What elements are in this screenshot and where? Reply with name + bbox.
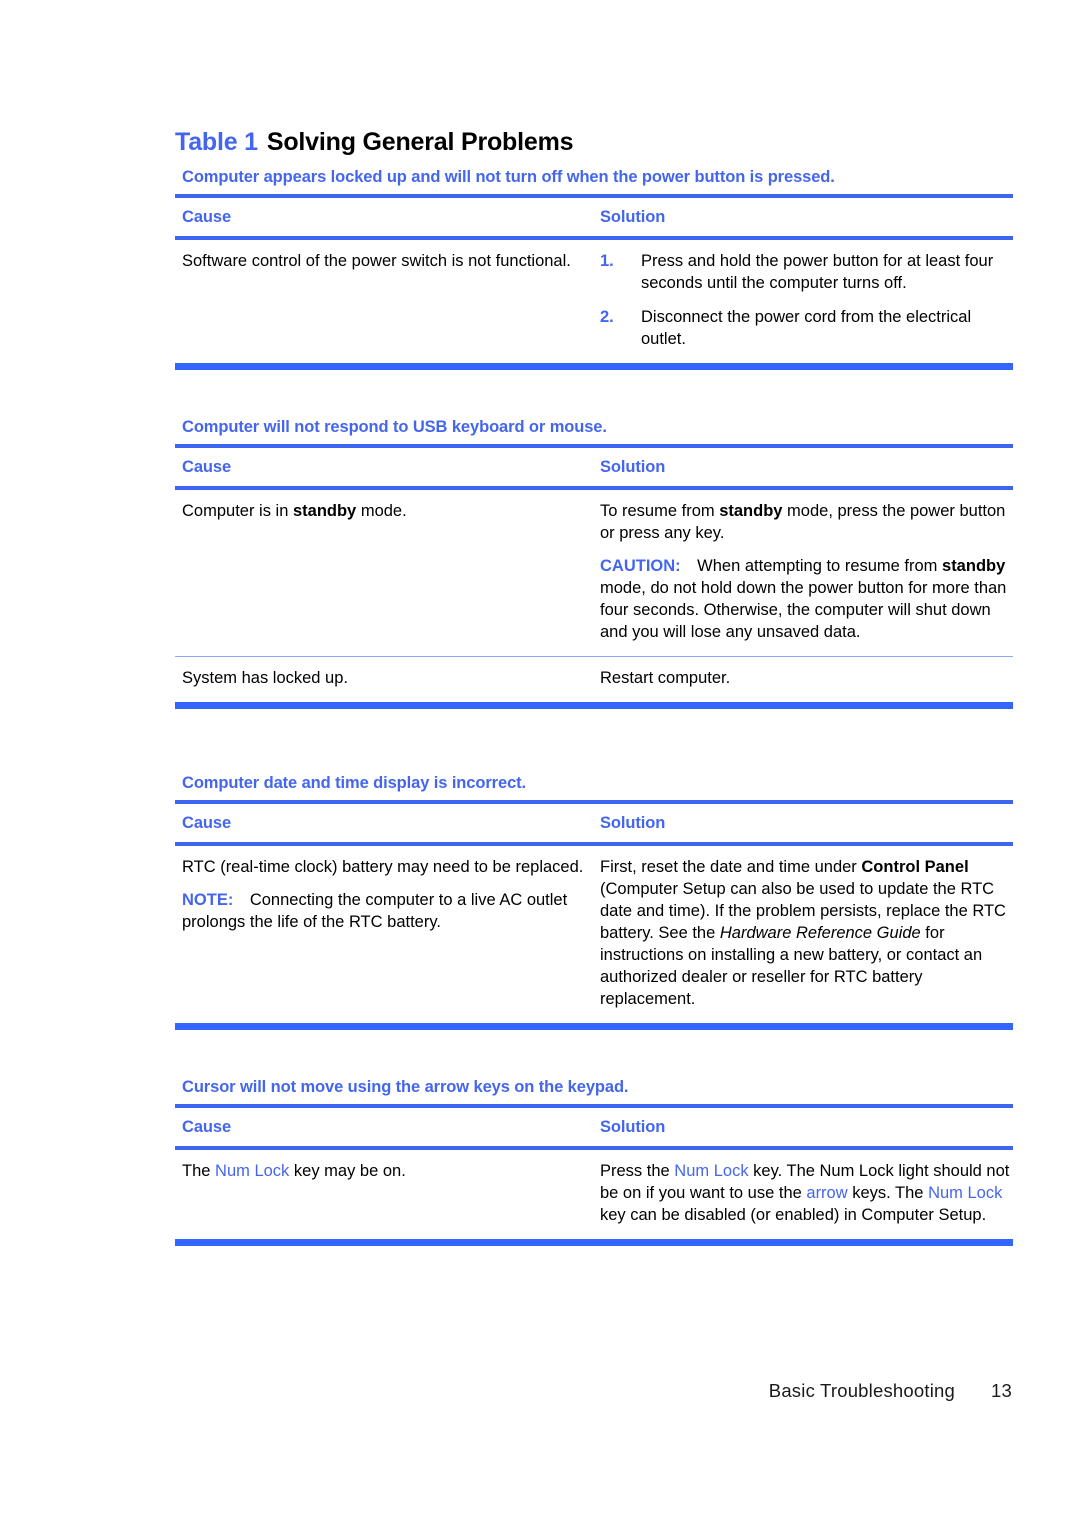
rule-table-end xyxy=(175,1022,1013,1030)
admonition: CAUTION: When attempting to resume from … xyxy=(600,556,1013,644)
cross-reference-link[interactable]: arrow xyxy=(806,1184,847,1202)
cell-cause: Software control of the power switch is … xyxy=(175,251,600,351)
cell-solution: Restart computer. xyxy=(600,668,1013,690)
troubleshooting-table: Computer date and time display is incorr… xyxy=(175,774,1013,1030)
admonition-label: CAUTION: xyxy=(600,556,681,575)
troubleshooting-table: Computer will not respond to USB keyboar… xyxy=(175,418,1013,709)
emphasis-bold: standby xyxy=(942,556,1006,575)
column-header-cause: Cause xyxy=(182,458,232,476)
column-header-solution: Solution xyxy=(600,1118,666,1136)
admonition-label: NOTE: xyxy=(182,890,234,909)
paragraph: To resume from standby mode, press the p… xyxy=(600,501,1013,545)
footer-chapter: Basic Troubleshooting xyxy=(768,1380,956,1401)
text-run: Computer is in xyxy=(182,502,293,520)
paragraph: System has locked up. xyxy=(182,668,348,687)
text-run: Press the xyxy=(600,1162,675,1180)
column-header-cause: Cause xyxy=(182,1118,232,1136)
table-section-heading: Computer date and time display is incorr… xyxy=(182,774,527,792)
paragraph: Restart computer. xyxy=(600,668,731,687)
text-run: key can be disabled (or enabled) in Comp… xyxy=(600,1205,987,1224)
paragraph: RTC (real-time clock) battery may need t… xyxy=(182,858,584,876)
table-number: Table 1 xyxy=(175,128,258,156)
paragraph: Computer is in standby mode. xyxy=(182,501,600,523)
text-run: When attempting to resume from xyxy=(697,556,943,575)
step-text: Press and hold the power button for at l… xyxy=(641,252,994,292)
column-header-row: Cause Solution xyxy=(175,804,1013,842)
table-row: The Num Lock key may be on. Press the Num… xyxy=(175,1150,1013,1239)
column-header-solution: Solution xyxy=(600,458,666,476)
cross-reference-link[interactable]: Num Lock xyxy=(674,1162,748,1180)
text-run: mode, do not hold down the power button … xyxy=(600,578,1007,641)
page-footer: Basic Troubleshooting 13 xyxy=(0,1380,1080,1402)
table-section-heading: Computer will not respond to USB keyboar… xyxy=(182,418,607,436)
text-run: key may be on. xyxy=(289,1162,406,1180)
table-name: Solving General Problems xyxy=(266,128,574,156)
step-number: 1. xyxy=(600,252,614,270)
cell-solution: First, reset the date and time under Con… xyxy=(600,857,1013,1011)
cross-reference-link[interactable]: Num Lock xyxy=(215,1162,289,1180)
footer-page-number: 13 xyxy=(991,1380,1012,1401)
paragraph: Press the Num Lock key. The Num Lock lig… xyxy=(600,1161,1013,1227)
rule-table-end xyxy=(175,362,1013,370)
step-number: 2. xyxy=(600,307,614,326)
emphasis-bold: standby xyxy=(292,502,357,520)
numbered-step-list: 1. Press and hold the power button for at… xyxy=(600,251,1013,351)
troubleshooting-table: Cursor will not move using the arrow key… xyxy=(175,1078,1013,1246)
cell-solution: Press the Num Lock key. The Num Lock lig… xyxy=(600,1161,1013,1227)
text-run: To resume from xyxy=(600,502,720,520)
emphasis-bold: standby xyxy=(719,502,783,520)
list-item: 1. Press and hold the power button for at… xyxy=(600,251,1013,295)
text-run: mode. xyxy=(356,502,407,520)
column-header-solution: Solution xyxy=(600,208,666,226)
troubleshooting-table: Computer appears locked up and will not … xyxy=(175,168,1013,370)
column-header-solution: Solution xyxy=(600,814,666,832)
emphasis-italic: Hardware Reference Guide xyxy=(719,923,921,942)
cell-cause: Computer is in standby mode. xyxy=(175,501,600,644)
table-section-heading: Cursor will not move using the arrow key… xyxy=(182,1078,629,1096)
cell-solution: 1. Press and hold the power button for at… xyxy=(600,251,1013,351)
emphasis-bold: Control Panel xyxy=(861,858,969,876)
cell-cause: RTC (real-time clock) battery may need t… xyxy=(175,857,600,1011)
cell-cause: The Num Lock key may be on. xyxy=(175,1161,600,1227)
cell-cause: System has locked up. xyxy=(175,668,600,690)
cell-solution: To resume from standby mode, press the p… xyxy=(600,501,1013,644)
column-header-cause: Cause xyxy=(182,208,232,226)
rule-table-end xyxy=(175,1238,1013,1246)
column-header-row: Cause Solution xyxy=(175,1108,1013,1146)
paragraph: The Num Lock key may be on. xyxy=(182,1161,600,1183)
column-header-row: Cause Solution xyxy=(175,198,1013,236)
rule-table-end xyxy=(175,701,1013,709)
paragraph: Software control of the power switch is … xyxy=(182,252,571,270)
step-text: Disconnect the power cord from the elect… xyxy=(641,307,972,348)
table-row: Computer is in standby mode. To resume fr… xyxy=(175,490,1013,656)
page-title: Table 1 Solving General Problems xyxy=(175,128,573,157)
column-header-cause: Cause xyxy=(182,814,232,832)
document-page: Table 1 Solving General Problems Computer… xyxy=(0,0,1080,1529)
column-header-row: Cause Solution xyxy=(175,448,1013,486)
text-run: The xyxy=(182,1162,216,1180)
list-item: 2. Disconnect the power cord from the ele… xyxy=(600,307,1013,351)
text-run: keys. The xyxy=(847,1183,929,1202)
text-run: First, reset the date and time under xyxy=(600,858,862,876)
table-row: RTC (real-time clock) battery may need t… xyxy=(175,846,1013,1023)
table-row: Software control of the power switch is … xyxy=(175,240,1013,363)
table-row: System has locked up. Restart computer. xyxy=(175,657,1013,702)
table-section-heading: Computer appears locked up and will not … xyxy=(182,168,835,186)
admonition: NOTE: Connecting the computer to a live … xyxy=(182,890,600,934)
paragraph: First, reset the date and time under Con… xyxy=(600,857,1013,1011)
cross-reference-link[interactable]: Num Lock xyxy=(928,1184,1002,1202)
